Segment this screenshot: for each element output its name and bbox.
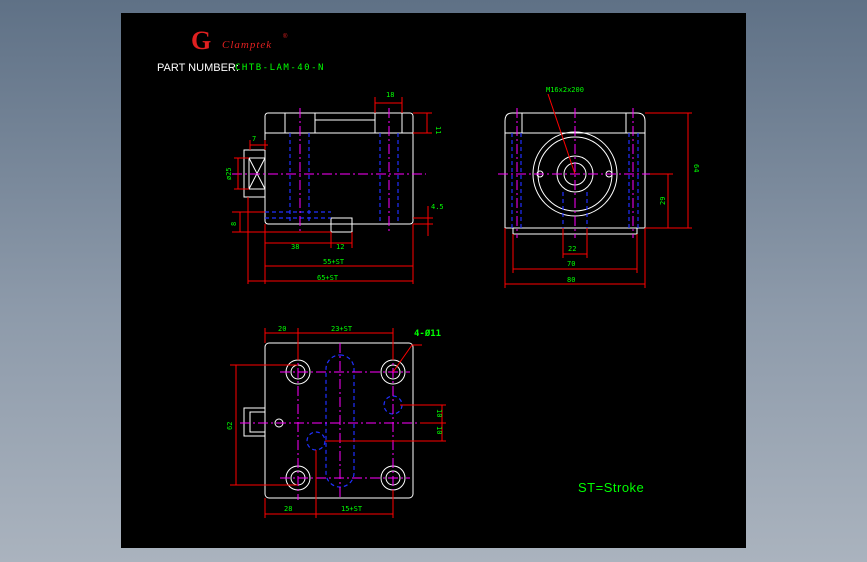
dim-front-8: 8 <box>230 222 238 226</box>
dim-top-62: 62 <box>226 422 234 430</box>
stroke-note: ST=Stroke <box>578 480 644 495</box>
brand-logo-letter: G <box>191 26 211 55</box>
top-view-centerlines <box>240 343 420 500</box>
dim-front-38: 38 <box>291 243 299 251</box>
dim-top-10-lower: 10 <box>435 426 443 434</box>
dim-side-22: 22 <box>568 245 576 253</box>
side-view-dimension-lines <box>504 93 692 288</box>
top-view-outline <box>243 342 414 499</box>
front-view-hidden-lines <box>265 133 399 224</box>
dim-top-28: 28 <box>284 505 292 513</box>
side-view: M16x2x200 64 29 22 70 80 <box>498 86 700 288</box>
part-number-value: CHTB-LAM-40-N <box>235 63 325 73</box>
part-number-label: PART NUMBER: <box>157 62 239 74</box>
dim-front-11: 11 <box>434 126 442 134</box>
dim-top-10-upper: 10 <box>435 409 443 417</box>
front-view: 18 11 7 ø25 8 4.5 38 12 55+ST 65+ST <box>225 91 444 284</box>
dim-front-7: 7 <box>252 135 256 143</box>
front-view-centerlines <box>232 108 426 232</box>
dim-top-23-st: 23+ST <box>331 325 353 333</box>
thread-callout: M16x2x200 <box>546 86 584 94</box>
front-view-outline <box>243 112 414 233</box>
dim-side-64: 64 <box>692 164 700 172</box>
dim-front-55-st: 55+ST <box>323 258 345 266</box>
title-block: G Clamptek ® PART NUMBER: CHTB-LAM-40-N <box>157 26 325 74</box>
dim-top-15-st: 15+ST <box>341 505 363 513</box>
dim-side-29: 29 <box>659 197 667 205</box>
dim-side-70: 70 <box>567 260 575 268</box>
dim-side-80: 80 <box>567 276 575 284</box>
dim-front-18: 18 <box>386 91 394 99</box>
dim-front-12: 12 <box>336 243 344 251</box>
cad-drawing: G Clamptek ® PART NUMBER: CHTB-LAM-40-N <box>157 26 700 518</box>
top-view: 20 23+ST 4-Ø11 62 10 10 28 15+ST <box>226 325 446 518</box>
dim-top-20: 20 <box>278 325 286 333</box>
hole-callout: 4-Ø11 <box>414 328 441 339</box>
dim-front-dia25: ø25 <box>225 167 233 180</box>
brand-logo-name: Clamptek <box>222 39 272 51</box>
dim-front-65-st: 65+ST <box>317 274 339 282</box>
front-view-dimension-lines <box>232 97 433 284</box>
dim-front-4-5: 4.5 <box>431 203 444 211</box>
registered-mark: ® <box>283 33 288 40</box>
